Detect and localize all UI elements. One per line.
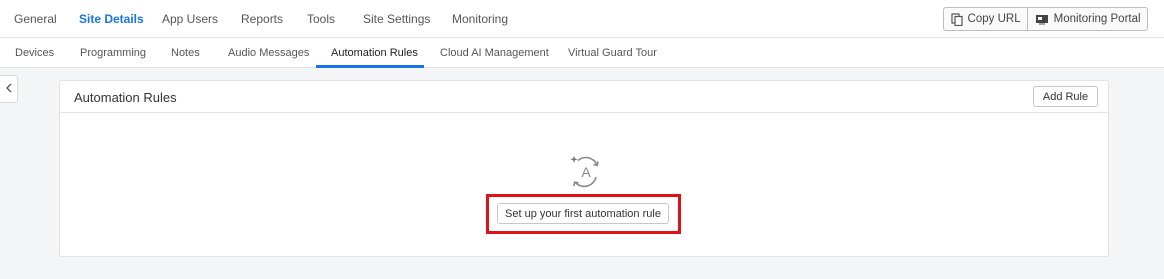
svg-text:A: A: [581, 164, 591, 180]
copy-icon: [950, 12, 963, 26]
sub-navigation: Devices Programming Notes Audio Messages…: [0, 38, 1164, 68]
subtab-devices[interactable]: Devices: [15, 47, 54, 59]
subtab-notes[interactable]: Notes: [171, 47, 200, 59]
sidebar-toggle-button[interactable]: [0, 75, 18, 103]
tab-site-settings[interactable]: Site Settings: [363, 12, 430, 26]
subtab-virtual-guard-tour[interactable]: Virtual Guard Tour: [568, 47, 657, 59]
subtab-cloud-ai-management[interactable]: Cloud AI Management: [440, 47, 549, 59]
tab-tools[interactable]: Tools: [307, 12, 335, 26]
top-navigation: General Site Details App Users Reports T…: [0, 0, 1164, 38]
chevron-left-icon: [5, 80, 13, 98]
automation-icon: A: [567, 155, 603, 189]
copy-url-button[interactable]: Copy URL: [944, 8, 1027, 30]
tab-general[interactable]: General: [14, 12, 57, 26]
card-title: Automation Rules: [74, 90, 177, 105]
tab-reports[interactable]: Reports: [241, 12, 283, 26]
monitoring-portal-label: Monitoring Portal: [1053, 13, 1141, 25]
card-header: Automation Rules Add Rule: [60, 81, 1108, 113]
monitoring-portal-button[interactable]: Monitoring Portal: [1027, 8, 1147, 30]
tab-app-users[interactable]: App Users: [162, 12, 218, 26]
subtab-programming[interactable]: Programming: [80, 47, 146, 59]
active-tab-indicator: [316, 65, 424, 68]
add-rule-button[interactable]: Add Rule: [1033, 86, 1098, 107]
subtab-audio-messages[interactable]: Audio Messages: [228, 47, 309, 59]
tab-monitoring[interactable]: Monitoring: [452, 12, 508, 26]
automation-rules-card: Automation Rules Add Rule A Set up your …: [59, 80, 1109, 257]
copy-url-label: Copy URL: [967, 13, 1021, 25]
subtab-automation-rules[interactable]: Automation Rules: [331, 47, 418, 59]
setup-first-rule-button[interactable]: Set up your first automation rule: [497, 203, 669, 224]
header-action-group: Copy URL Monitoring Portal: [943, 7, 1148, 31]
monitor-icon: [1035, 14, 1049, 25]
tab-site-details[interactable]: Site Details: [79, 12, 144, 26]
